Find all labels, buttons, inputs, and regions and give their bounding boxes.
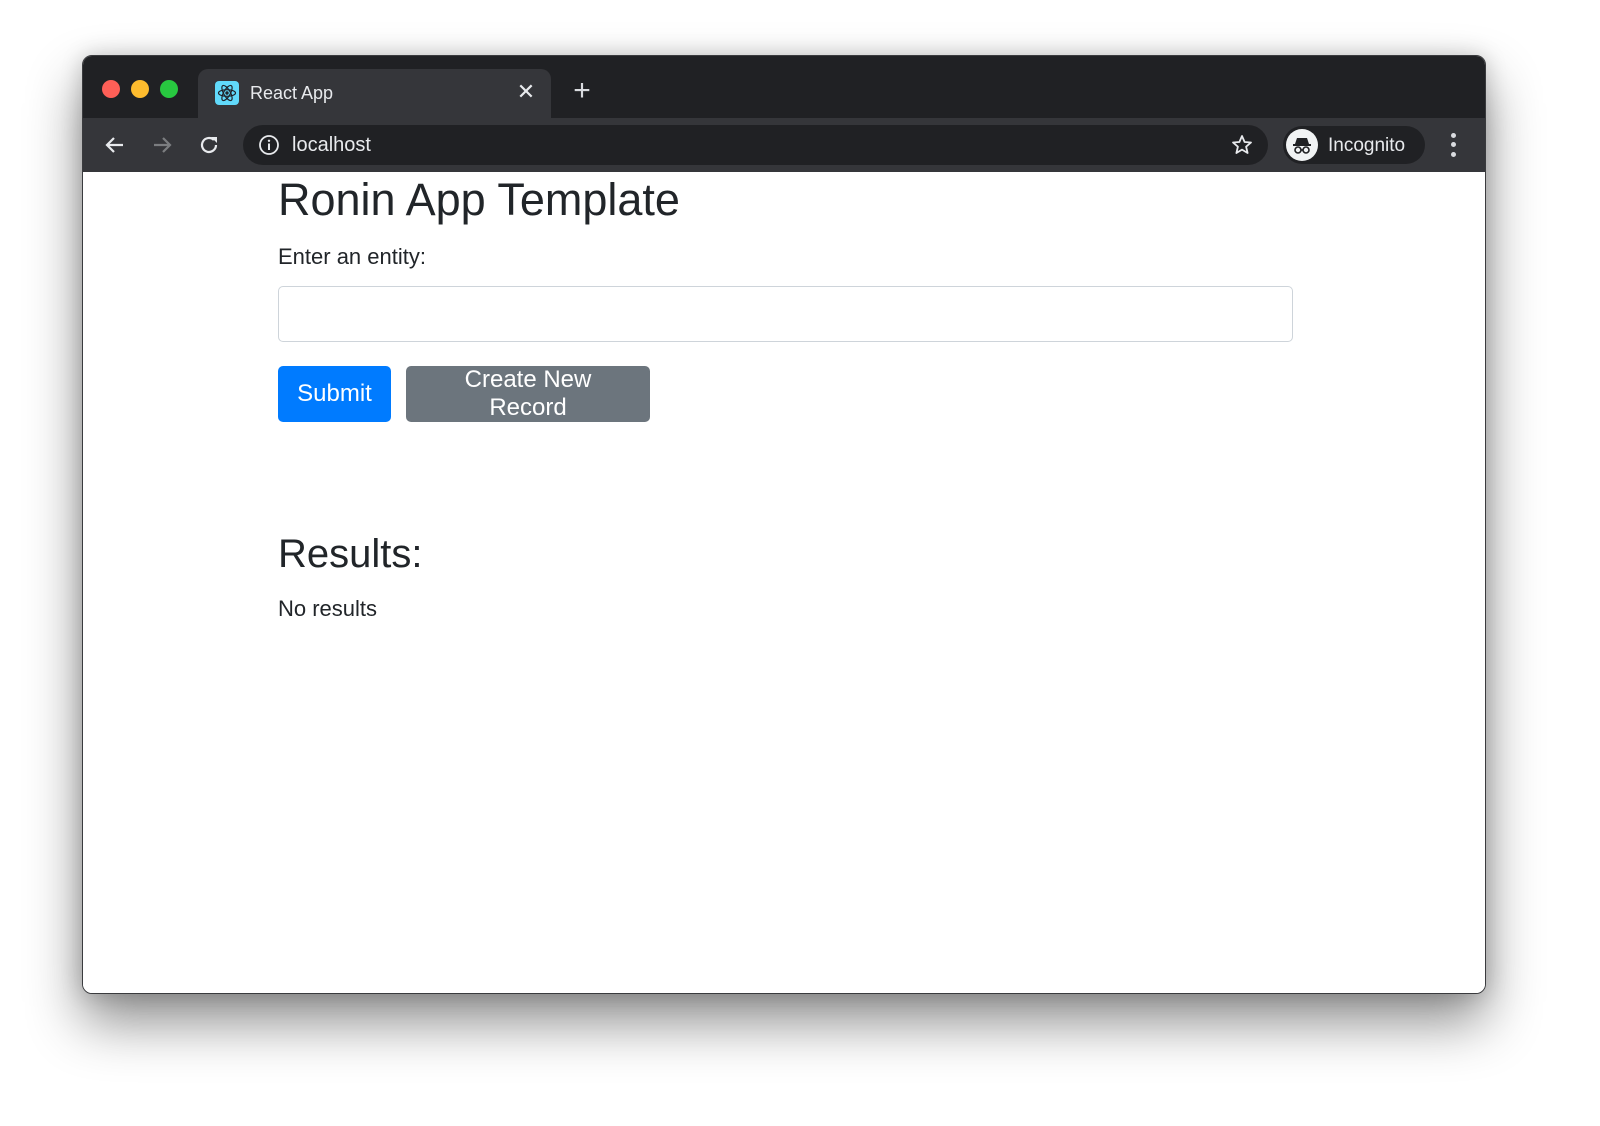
incognito-icon <box>1286 129 1318 161</box>
window-minimize-button[interactable] <box>131 80 149 98</box>
entity-label: Enter an entity: <box>278 244 426 269</box>
results-empty-text: No results <box>278 596 378 621</box>
page-title: Ronin App Template <box>278 174 680 225</box>
tab-title: React App <box>250 83 334 103</box>
page-content: Ronin App Template Enter an entity: Subm… <box>83 172 1485 993</box>
window-maximize-button[interactable] <box>160 80 178 98</box>
results-heading: Results: <box>278 532 423 576</box>
react-logo-icon <box>215 81 239 105</box>
submit-button[interactable]: Submit <box>278 366 391 422</box>
info-icon[interactable] <box>258 134 280 156</box>
address-bar[interactable]: localhost <box>243 125 1268 165</box>
title-bar: React App ✕ + <box>83 56 1485 118</box>
incognito-profile-button[interactable]: Incognito <box>1283 126 1425 164</box>
reload-icon[interactable] <box>194 130 224 160</box>
close-icon[interactable]: ✕ <box>513 79 539 105</box>
browser-toolbar: localhost Incognito <box>83 118 1485 172</box>
create-new-record-button[interactable]: Create New Record <box>406 366 650 422</box>
window-close-button[interactable] <box>102 80 120 98</box>
arrow-right-icon[interactable] <box>147 130 177 160</box>
browser-window: React App ✕ + localhost Incognito Ronin … <box>82 55 1486 994</box>
plus-icon[interactable]: + <box>567 76 597 107</box>
tab-react-app[interactable]: React App ✕ <box>198 69 551 118</box>
kebab-menu-icon[interactable] <box>1443 131 1463 159</box>
incognito-label: Incognito <box>1328 135 1406 156</box>
arrow-left-icon[interactable] <box>100 130 130 160</box>
entity-input[interactable] <box>278 286 1293 342</box>
star-icon[interactable] <box>1230 133 1254 157</box>
url-text[interactable]: localhost <box>292 134 371 157</box>
